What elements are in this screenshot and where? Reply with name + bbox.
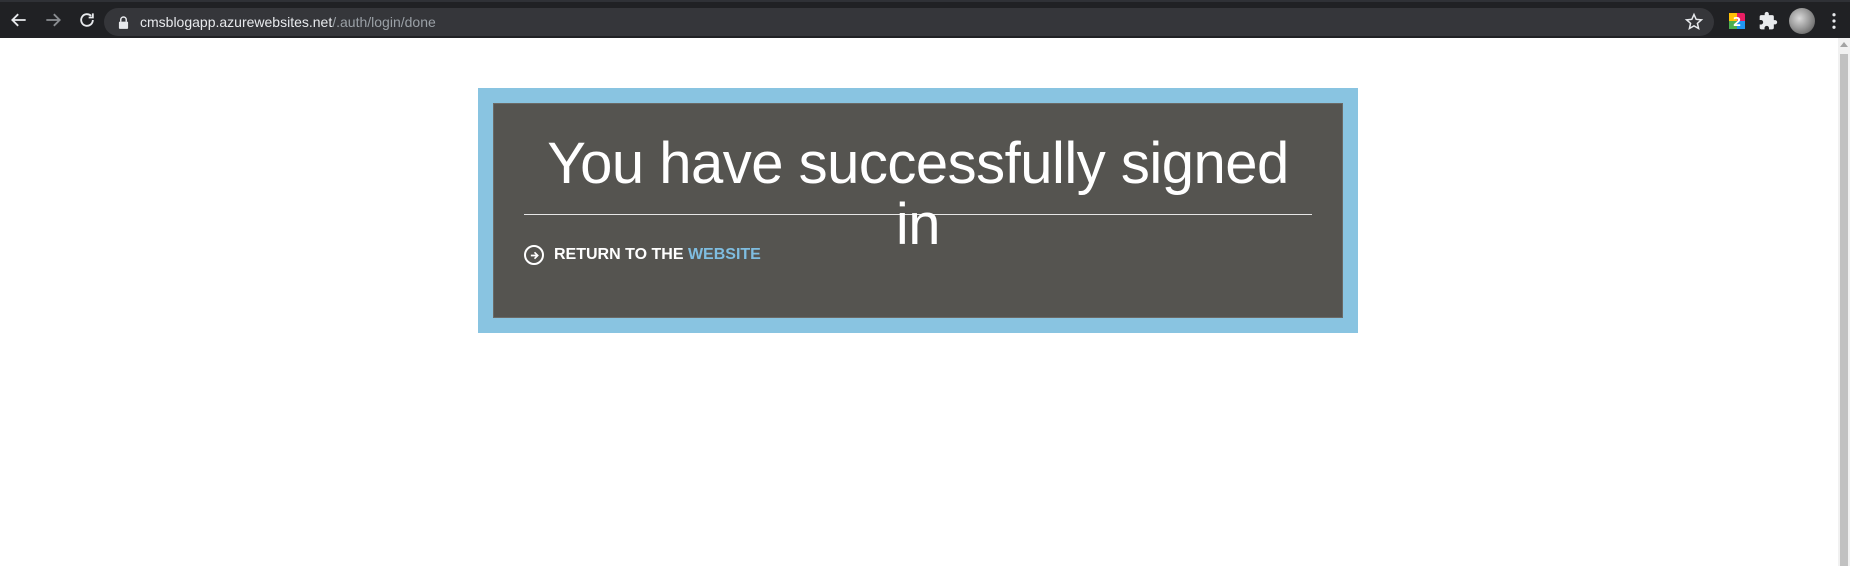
extension-icon: 2 bbox=[1729, 13, 1745, 29]
return-prefix: RETURN TO THE bbox=[554, 246, 684, 263]
reload-button[interactable] bbox=[70, 3, 104, 37]
return-accent: WEBSITE bbox=[687, 246, 761, 263]
star-icon bbox=[1684, 12, 1704, 31]
bookmark-star-button[interactable] bbox=[1684, 12, 1704, 32]
forward-button[interactable] bbox=[36, 3, 70, 37]
signin-frame: You have successfully signed in RETURN T… bbox=[478, 88, 1358, 333]
page-title: You have successfully signed in bbox=[547, 131, 1289, 257]
browser-menu-button[interactable] bbox=[1824, 10, 1844, 32]
scrollbar-thumb[interactable] bbox=[1840, 54, 1848, 566]
puzzle-icon bbox=[1759, 11, 1778, 30]
url-host: cmsblogapp.azurewebsites.net bbox=[140, 14, 333, 30]
profile-avatar-button[interactable] bbox=[1789, 8, 1815, 34]
return-link-text: RETURN TO THE WEBSITE bbox=[554, 246, 761, 264]
forward-icon bbox=[46, 13, 61, 27]
back-button[interactable] bbox=[2, 3, 36, 37]
extensions-menu-button[interactable] bbox=[1757, 10, 1779, 32]
extension-button[interactable]: 2 bbox=[1726, 10, 1748, 32]
url-path: /.auth/login/done bbox=[332, 14, 436, 30]
arrow-circle-icon bbox=[524, 245, 544, 265]
scroll-up-arrow[interactable] bbox=[1840, 42, 1848, 47]
browser-toolbar: cmsblogapp.azurewebsites.net/.auth/login… bbox=[0, 0, 1850, 38]
vertical-scrollbar[interactable] bbox=[1838, 38, 1850, 566]
menu-icon bbox=[1832, 13, 1836, 29]
address-bar[interactable]: cmsblogapp.azurewebsites.net/.auth/login… bbox=[104, 8, 1714, 36]
back-icon bbox=[11, 13, 26, 27]
svg-text:2: 2 bbox=[1733, 15, 1741, 29]
reload-icon bbox=[80, 13, 94, 27]
lock-icon bbox=[118, 15, 130, 29]
signin-panel: You have successfully signed in RETURN T… bbox=[493, 103, 1343, 318]
